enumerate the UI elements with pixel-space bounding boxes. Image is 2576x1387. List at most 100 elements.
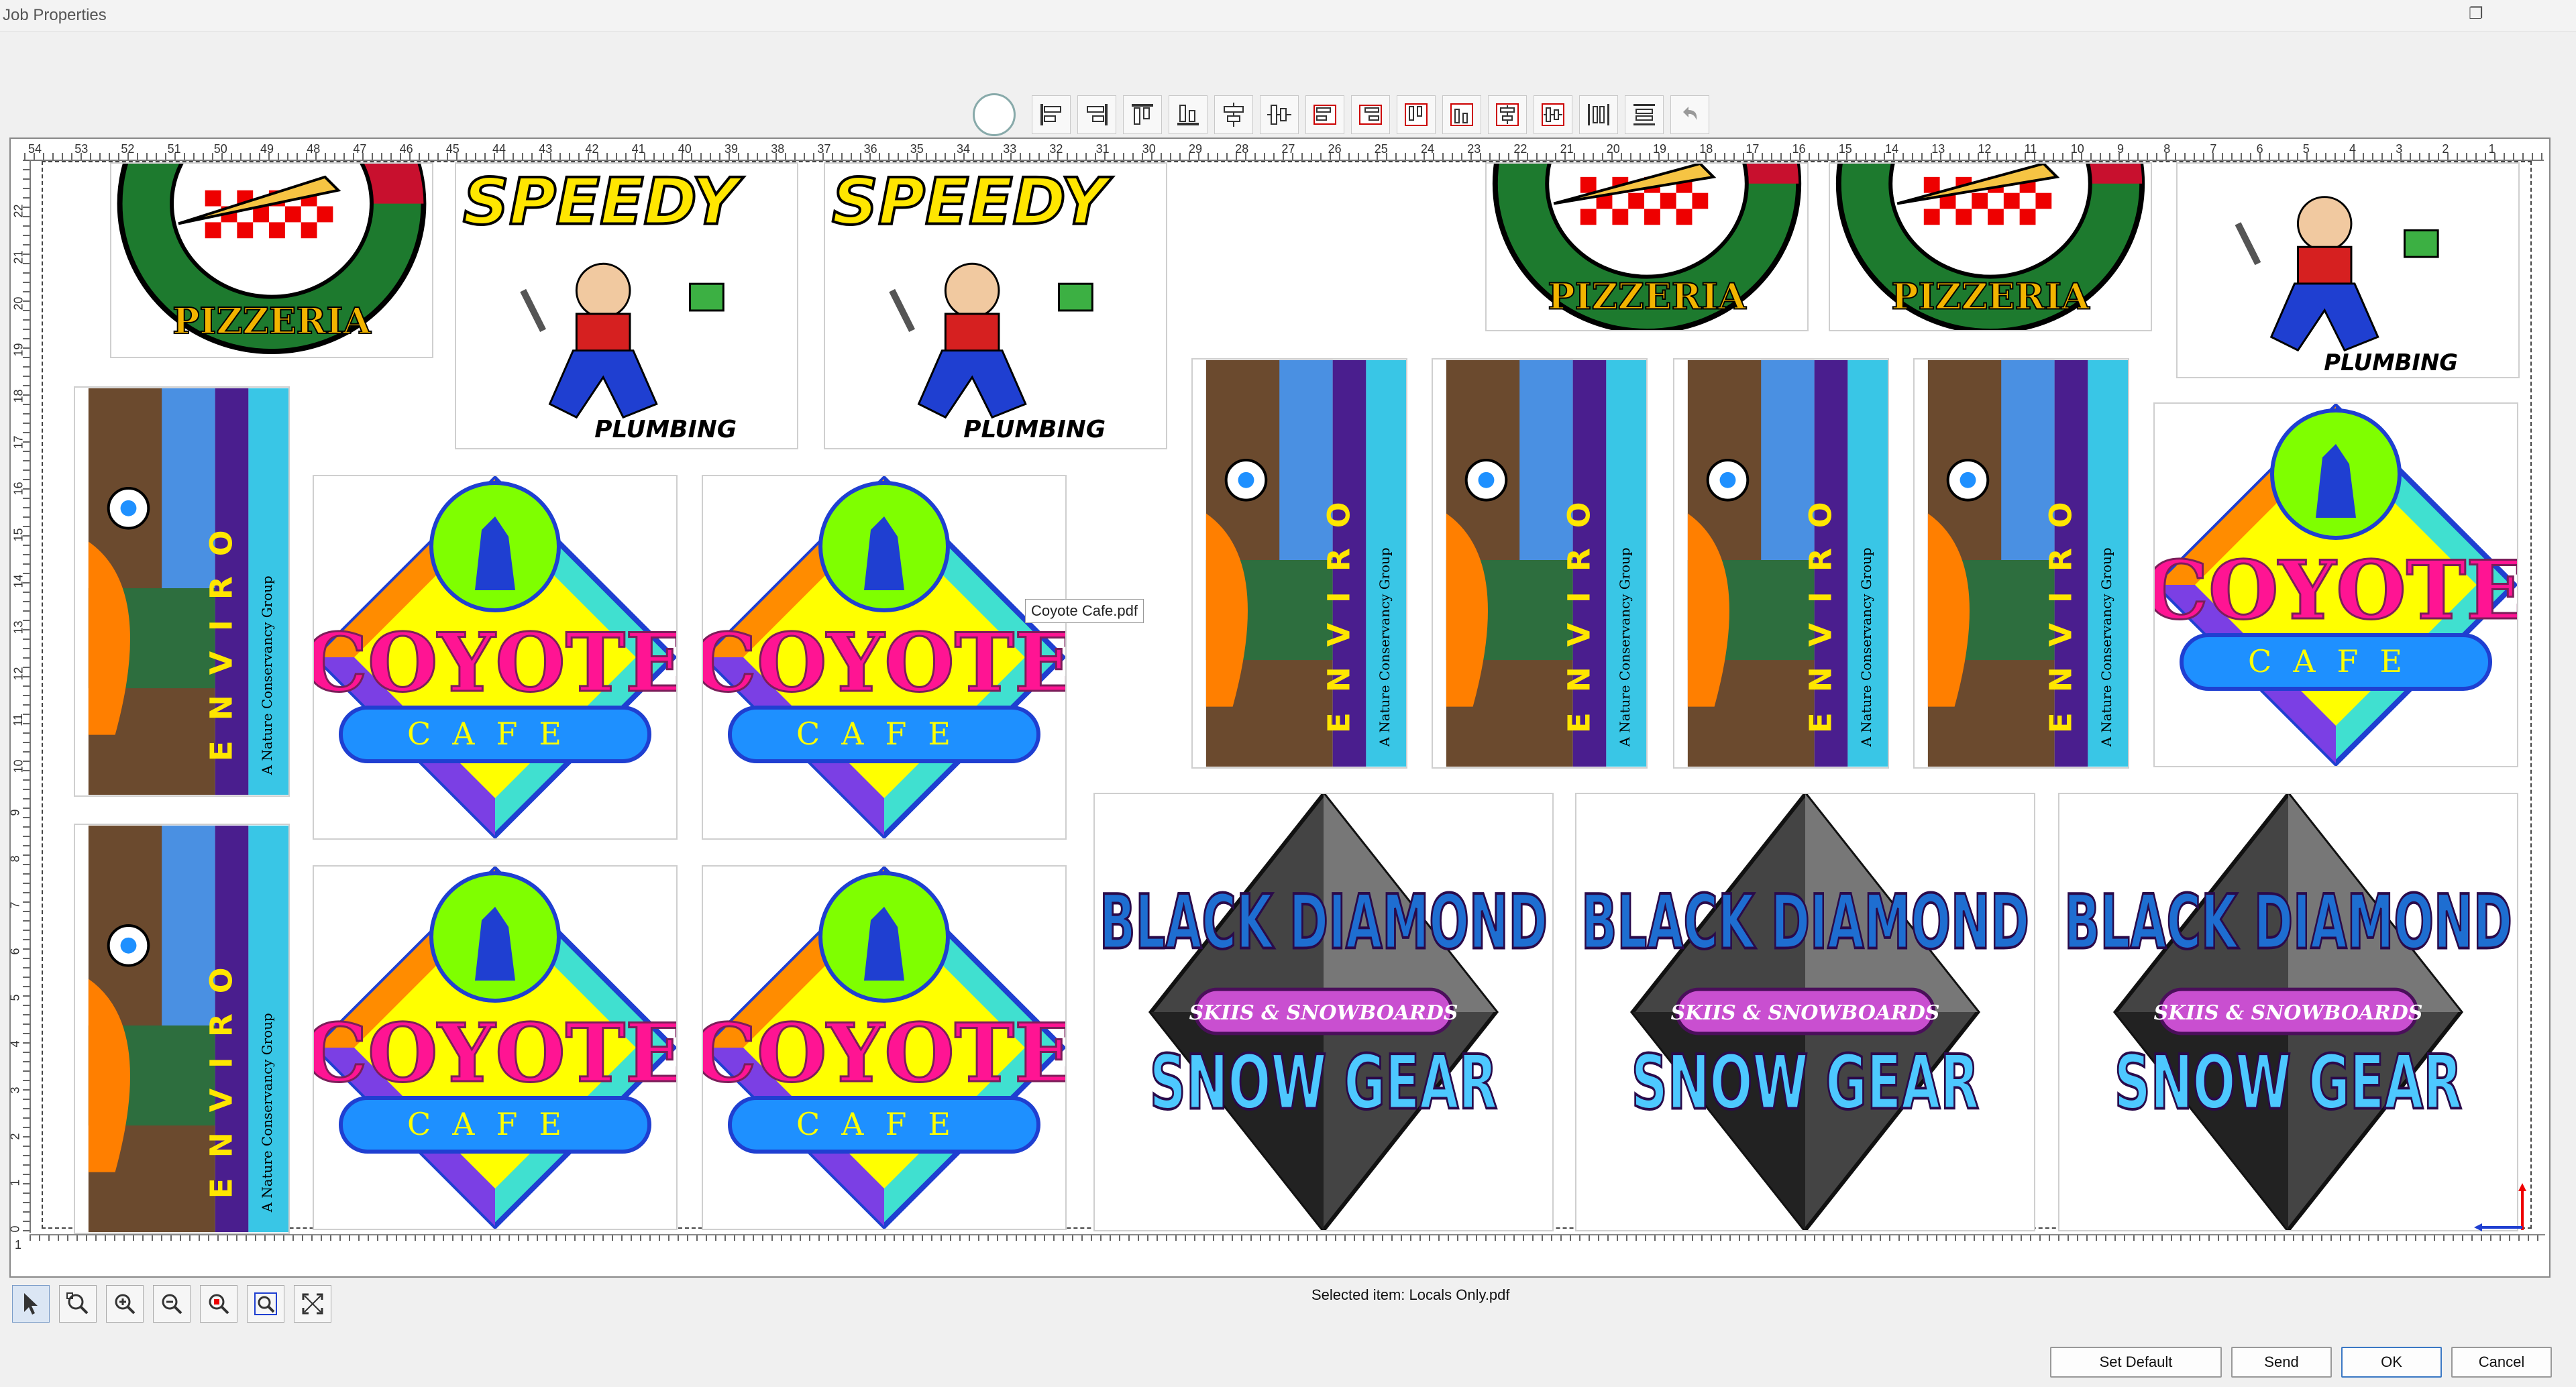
fullscreen-icon[interactable] [294, 1285, 331, 1323]
speedy-plumbing-tile[interactable]: SPEEDY PLUMBING [455, 162, 798, 449]
ruler-label: 0 [8, 1225, 22, 1233]
undo-icon[interactable] [1670, 95, 1709, 134]
svg-text:SNOW GEAR: SNOW GEAR [1150, 1040, 1497, 1127]
svg-text:BLACK DIAMOND: BLACK DIAMOND [2064, 879, 2512, 966]
enviro-tile[interactable]: ENVIRO A Nature Conservancy Group [1913, 358, 2129, 769]
zoom-fit-icon[interactable] [247, 1285, 284, 1323]
svg-text:ENVIRO: ENVIRO [1562, 482, 1597, 734]
coyote-cafe-tile[interactable]: COYOTE CAFE [702, 475, 1067, 840]
align-left-red-icon[interactable] [1305, 95, 1344, 134]
coyote-cafe-tile[interactable]: COYOTE CAFE [313, 475, 678, 840]
align-right-icon[interactable] [1077, 95, 1116, 134]
enviro-logo: ENVIRO A Nature Conservancy Group [1915, 359, 2128, 767]
enviro-tile[interactable]: ENVIRO A Nature Conservancy Group [74, 824, 290, 1234]
svg-text:PIZZERIA: PIZZERIA [1891, 275, 2090, 317]
align-bottom-red-icon[interactable] [1442, 95, 1481, 134]
svg-text:A Nature Conservancy Group: A Nature Conservancy Group [260, 1013, 275, 1213]
zoom-selection-icon[interactable] [200, 1285, 237, 1323]
black-diamond-tile[interactable]: BLACK DIAMOND SKIIS & SNOWBOARDS SNOW GE… [2058, 793, 2518, 1231]
ruler-label: 23 [1467, 142, 1481, 156]
coyote-cafe-tile[interactable]: COYOTE CAFE [313, 865, 678, 1230]
coyote-cafe-tile[interactable]: COYOTE CAFE [702, 865, 1067, 1230]
ruler-label: 33 [1003, 142, 1017, 156]
ruler-label: 20 [11, 296, 25, 311]
enviro-tile[interactable]: ENVIRO A Nature Conservancy Group [74, 386, 290, 797]
coyote-cafe-tile[interactable]: COYOTE CAFE [2153, 402, 2518, 767]
black-diamond-logo: BLACK DIAMOND SKIIS & SNOWBOARDS SNOW GE… [2059, 794, 2517, 1230]
ruler-label: 47 [353, 142, 367, 156]
print-sheet[interactable]: PIZZERIA PIZZERIA PIZZERIA SPEEDY PLUMBI… [42, 161, 2532, 1234]
distribute-v-icon[interactable] [1625, 95, 1664, 134]
align-top-icon[interactable] [1123, 95, 1162, 134]
enviro-tile[interactable]: ENVIRO A Nature Conservancy Group [1191, 358, 1407, 769]
ruler-label: 31 [1095, 142, 1110, 156]
center-vertical-icon[interactable] [1260, 95, 1299, 134]
ruler-label: 21 [11, 250, 25, 264]
restore-icon[interactable]: ❐ [2469, 4, 2489, 24]
ruler-label: 7 [2210, 142, 2217, 156]
pizzeria-tile[interactable]: PIZZERIA [1829, 162, 2152, 331]
cancel-button[interactable]: Cancel [2451, 1347, 2552, 1378]
enviro-tile[interactable]: ENVIRO A Nature Conservancy Group [1673, 358, 1889, 769]
align-top-red-icon[interactable] [1397, 95, 1436, 134]
svg-text:CAFE: CAFE [796, 716, 972, 752]
ruler-label: 48 [307, 142, 321, 156]
black-diamond-logo: BLACK DIAMOND SKIIS & SNOWBOARDS SNOW GE… [1576, 794, 2034, 1230]
zoom-tool-icon[interactable] [59, 1285, 97, 1323]
send-button[interactable]: Send [2231, 1347, 2332, 1378]
speedy-plumbing-tile[interactable]: PLUMBING [2176, 162, 2520, 378]
svg-text:SKIIS & SNOWBOARDS: SKIIS & SNOWBOARDS [2154, 1001, 2423, 1025]
pointer-icon[interactable] [12, 1285, 50, 1323]
zoom-out-icon[interactable] [153, 1285, 191, 1323]
set-default-button[interactable]: Set Default [2050, 1347, 2222, 1378]
status-text: Selected item: Locals Only.pdf [1311, 1286, 1510, 1303]
ruler-label: 30 [1142, 142, 1156, 156]
align-right-red-icon[interactable] [1351, 95, 1390, 134]
ruler-label: 9 [8, 809, 22, 816]
speedy-plumbing-tile[interactable]: SPEEDY PLUMBING [824, 162, 1167, 449]
ruler-label: 14 [11, 574, 25, 588]
ruler-label: 16 [11, 482, 25, 496]
svg-text:PLUMBING: PLUMBING [594, 416, 737, 443]
svg-text:SKIIS & SNOWBOARDS: SKIIS & SNOWBOARDS [1671, 1001, 1940, 1025]
center-v-red-icon[interactable] [1534, 95, 1572, 134]
coyote-cafe-logo: COYOTE CAFE [314, 867, 676, 1229]
ok-button[interactable]: OK [2341, 1347, 2442, 1378]
pizzeria-tile[interactable]: PIZZERIA [110, 162, 433, 358]
align-left-icon[interactable] [1032, 95, 1071, 134]
ruler-label: 29 [1189, 142, 1203, 156]
distribute-h-icon[interactable] [1579, 95, 1618, 134]
enviro-logo: ENVIRO A Nature Conservancy Group [75, 825, 288, 1233]
ruler-label: 28 [1235, 142, 1249, 156]
ruler-label: 39 [724, 142, 739, 156]
svg-text:A Nature Conservancy Group: A Nature Conservancy Group [1617, 547, 1633, 747]
ruler-label: 19 [11, 343, 25, 357]
svg-text:BLACK DIAMOND: BLACK DIAMOND [1099, 879, 1548, 966]
align-bottom-icon[interactable] [1169, 95, 1208, 134]
clock-icon[interactable] [973, 93, 1016, 136]
alignment-toolbar [973, 93, 1709, 136]
black-diamond-tile[interactable]: BLACK DIAMOND SKIIS & SNOWBOARDS SNOW GE… [1575, 793, 2035, 1231]
svg-text:CAFE: CAFE [2248, 643, 2424, 679]
zoom-in-icon[interactable] [106, 1285, 144, 1323]
ruler-label: 5 [8, 994, 22, 1001]
enviro-tile[interactable]: ENVIRO A Nature Conservancy Group [1432, 358, 1648, 769]
center-h-red-icon[interactable] [1488, 95, 1527, 134]
ruler-label: 17 [11, 435, 25, 449]
black-diamond-tile[interactable]: BLACK DIAMOND SKIIS & SNOWBOARDS SNOW GE… [1093, 793, 1554, 1231]
vertical-ruler: 22 21 20 19 18 17 16 15 14 13 12 11 10 9 8 7 6 5 4 3 2 1 0 [8, 160, 31, 1233]
center-horizontal-icon[interactable] [1214, 95, 1253, 134]
ruler-label: 43 [539, 142, 553, 156]
ruler-label: 21 [1560, 142, 1574, 156]
pizzeria-tile[interactable]: PIZZERIA [1485, 162, 1809, 331]
file-tooltip: Coyote Cafe.pdf [1025, 599, 1144, 623]
bottom-ruler [30, 1234, 2545, 1256]
ruler-label: 54 [28, 142, 42, 156]
svg-text:COYOTE: COYOTE [314, 616, 676, 710]
ruler-label: 8 [8, 855, 22, 863]
svg-text:A Nature Conservancy Group: A Nature Conservancy Group [1859, 547, 1874, 747]
svg-text:ENVIRO: ENVIRO [204, 510, 239, 762]
ruler-label: 20 [1606, 142, 1620, 156]
ruler-label: 10 [2070, 142, 2084, 156]
ruler-label: 42 [585, 142, 599, 156]
